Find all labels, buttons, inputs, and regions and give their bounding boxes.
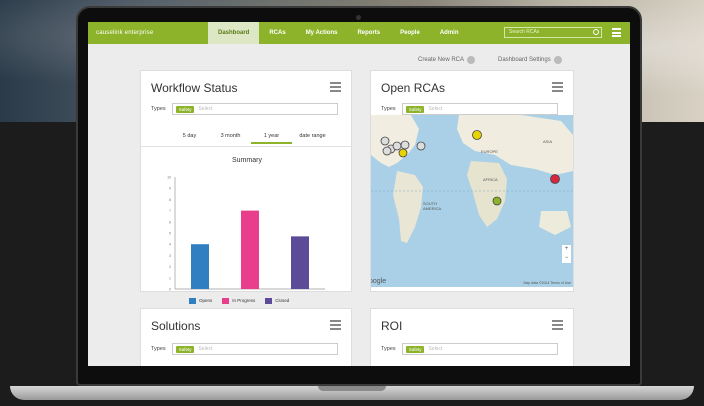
- nav-admin[interactable]: Admin: [430, 22, 469, 44]
- world-map[interactable]: EUROPE ASIA AFRICA SOUTH AMERICA + − oog…: [371, 115, 573, 287]
- summary-bar-chart: 0 1 2 3 4 5 6 7 8 9 10: [167, 176, 325, 292]
- map-label-europe: EUROPE: [481, 149, 498, 154]
- types-filter: Types Safety Select: [151, 343, 338, 355]
- nav-my-actions[interactable]: My Actions: [296, 22, 348, 44]
- panel-menu-icon[interactable]: [330, 320, 341, 332]
- app-screen: causelink enterprise Dashboard RCAs My A…: [88, 22, 630, 366]
- map-label-south-america: SOUTH AMERICA: [423, 201, 442, 211]
- legend-closed-label: Closed: [275, 298, 290, 304]
- range-tabs: 5 day 3 month 1 year date range: [169, 133, 333, 144]
- map-credit-text: Map data ©2014: [523, 281, 550, 285]
- panel-title: Solutions: [151, 319, 201, 333]
- types-filter: Types Safety Select: [381, 343, 558, 355]
- workflow-status-panel: Workflow Status Types Safety Select 5 da…: [140, 70, 353, 304]
- chart-title: Summary: [232, 157, 262, 164]
- nav-dashboard[interactable]: Dashboard: [208, 22, 260, 44]
- y-tick-label: 1: [169, 276, 171, 280]
- nav-people[interactable]: People: [390, 22, 430, 44]
- map-credit: Map data ©2014 Terms of Use: [524, 281, 571, 285]
- y-tick-label: 10: [167, 176, 171, 180]
- types-label: Types: [151, 106, 166, 112]
- types-select[interactable]: Safety Select: [401, 103, 558, 115]
- types-label: Types: [151, 346, 166, 352]
- legend-swatch-closed: [265, 298, 273, 304]
- search-placeholder: Search RCAs: [509, 29, 540, 35]
- tab-5-day[interactable]: 5 day: [169, 133, 210, 144]
- nav-reports[interactable]: Reports: [347, 22, 390, 44]
- bar-opens[interactable]: [191, 244, 209, 289]
- legend-opens: Opens: [189, 298, 212, 304]
- y-tick-label: 9: [169, 187, 171, 191]
- select-placeholder: Select: [198, 346, 213, 352]
- create-rca-label: Create New RCA: [418, 57, 465, 63]
- y-tick-label: 7: [169, 209, 171, 213]
- types-label: Types: [381, 346, 396, 352]
- type-chip[interactable]: Safety: [405, 105, 425, 113]
- legend-opens-label: Opens: [199, 298, 213, 304]
- y-tick-label: 8: [169, 198, 171, 202]
- type-chip[interactable]: Safety: [175, 105, 195, 113]
- types-filter: Types Safety Select: [151, 103, 338, 115]
- tab-1-year[interactable]: 1 year: [251, 133, 292, 144]
- select-placeholder: Select: [198, 106, 213, 112]
- camera: [356, 15, 361, 20]
- panel-menu-icon[interactable]: [552, 82, 563, 94]
- legend-closed: Closed: [265, 298, 289, 304]
- tabs-divider: [141, 146, 353, 147]
- google-logo: oogle: [371, 278, 387, 285]
- y-tick-label: 5: [169, 232, 171, 236]
- legend-swatch-in-progress: [222, 298, 230, 304]
- legend-in-progress: In Progress: [222, 298, 255, 304]
- zoom-out-button[interactable]: −: [562, 254, 571, 263]
- y-tick-label: 0: [169, 288, 171, 292]
- dashboard-settings-button[interactable]: Dashboard Settings: [498, 56, 562, 64]
- map-label-asia: ASIA: [543, 139, 553, 144]
- panel-title: Workflow Status: [151, 81, 238, 95]
- dashboard-settings-label: Dashboard Settings: [498, 57, 551, 63]
- tab-date-range[interactable]: date range: [292, 133, 333, 144]
- types-select[interactable]: Safety Select: [401, 343, 558, 355]
- panel-title: ROI: [381, 319, 403, 333]
- types-filter: Types Safety Select: [381, 103, 558, 115]
- map-label-africa: AFRICA: [483, 177, 498, 182]
- y-tick-label: 2: [169, 265, 171, 269]
- top-nav: causelink enterprise Dashboard RCAs My A…: [88, 22, 630, 44]
- bar-closed[interactable]: [291, 236, 309, 289]
- legend-in-progress-label: In Progress: [232, 298, 256, 304]
- menu-icon[interactable]: [612, 28, 621, 37]
- brand-logo: causelink enterprise: [96, 30, 154, 36]
- type-chip[interactable]: Safety: [175, 345, 195, 353]
- roi-panel: ROI Types Safety Select: [370, 308, 574, 366]
- add-icon: [467, 56, 476, 64]
- search-icon[interactable]: [593, 29, 599, 35]
- type-chip[interactable]: Safety: [405, 345, 425, 353]
- solutions-panel: Solutions Types Safety Select: [140, 308, 352, 366]
- types-select[interactable]: Safety Select: [171, 103, 338, 115]
- legend-swatch-opens: [189, 298, 196, 304]
- search-input[interactable]: Search RCAs: [504, 27, 602, 38]
- gear-icon: [553, 56, 562, 64]
- y-tick-label: 4: [169, 243, 171, 247]
- nav-rcas[interactable]: RCAs: [259, 22, 295, 44]
- panel-menu-icon[interactable]: [330, 82, 341, 94]
- map-zoom-control[interactable]: + −: [562, 245, 571, 263]
- types-select[interactable]: Safety Select: [171, 343, 338, 355]
- tab-3-month[interactable]: 3 month: [210, 133, 251, 144]
- types-label: Types: [381, 106, 396, 112]
- panel-menu-icon[interactable]: [552, 320, 563, 332]
- laptop-notch: [318, 386, 386, 391]
- bar-in-progress[interactable]: [241, 210, 259, 289]
- open-rcas-panel: Open RCAs Types Safety Select EUROPE ASI…: [370, 70, 574, 292]
- chart-legend: Opens In Progress Closed: [189, 298, 289, 304]
- select-placeholder: Select: [428, 106, 443, 112]
- map-terms-link[interactable]: Terms of Use: [550, 281, 571, 285]
- zoom-in-button[interactable]: +: [562, 245, 571, 254]
- panel-title: Open RCAs: [381, 81, 446, 95]
- create-rca-button[interactable]: Create New RCA: [418, 56, 476, 64]
- y-tick-label: 3: [169, 254, 171, 258]
- y-tick-label: 6: [169, 220, 171, 224]
- select-placeholder: Select: [428, 346, 443, 352]
